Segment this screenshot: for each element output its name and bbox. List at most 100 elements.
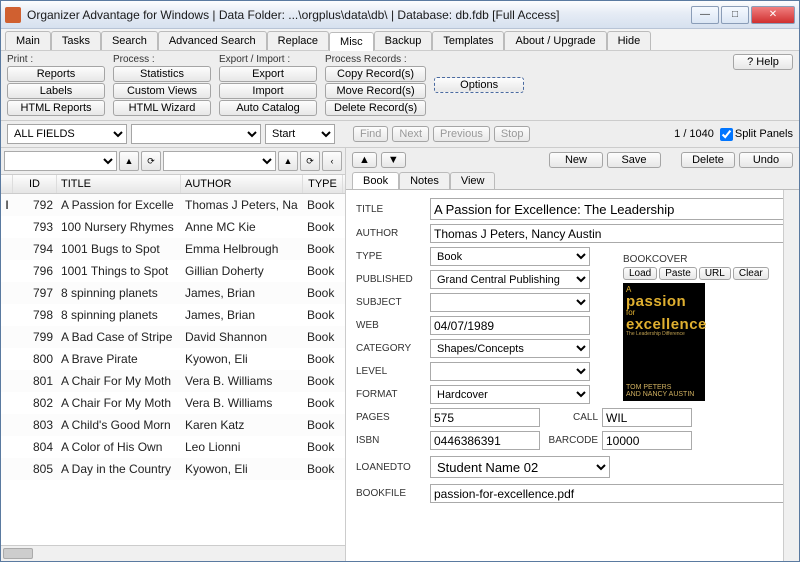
barcode-field[interactable] [602, 431, 692, 450]
cover-url-button[interactable]: URL [699, 267, 731, 280]
group-print: Print : ReportsLabelsHTML Reports [7, 54, 105, 116]
record-counter: 1 / 1040 [674, 128, 714, 140]
tab-templates[interactable]: Templates [432, 31, 504, 50]
loanedto-select[interactable]: Student Name 02 [430, 456, 610, 478]
table-row[interactable]: 804A Color of His OwnLeo LionniBook [1, 436, 345, 458]
call-field[interactable] [602, 408, 692, 427]
v-scrollbar[interactable] [783, 190, 799, 561]
col-title[interactable]: TITLE [57, 175, 181, 193]
grid-toolbar: ▲ ⟳ ▲ ⟳ ‹ [1, 148, 345, 175]
format-select[interactable]: Hardcover [430, 385, 590, 404]
grid-header: ID TITLE AUTHOR TYPE [1, 175, 345, 194]
sort-select-2[interactable] [163, 151, 276, 171]
type-select[interactable]: Book [430, 247, 590, 266]
table-row[interactable]: 7941001 Bugs to SpotEmma HelbroughBook [1, 238, 345, 260]
tab-replace[interactable]: Replace [267, 31, 329, 50]
undo-button[interactable]: Undo [739, 152, 793, 168]
tab-about-upgrade[interactable]: About / Upgrade [504, 31, 606, 50]
save-button[interactable]: Save [607, 152, 661, 168]
find-button[interactable]: Find [353, 126, 388, 142]
titlebar: Organizer Advantage for Windows | Data F… [1, 1, 799, 29]
category-select[interactable]: Shapes/Concepts [430, 339, 590, 358]
stop-button[interactable]: Stop [494, 126, 531, 142]
next-button[interactable]: Next [392, 126, 429, 142]
nav-down-button[interactable]: ▼ [381, 152, 406, 168]
main-tabbar: MainTasksSearchAdvanced SearchReplaceMis… [1, 29, 799, 51]
tab-advanced-search[interactable]: Advanced Search [158, 31, 267, 50]
import-button[interactable]: Import [219, 83, 317, 99]
col-author[interactable]: AUTHOR [181, 175, 303, 193]
refresh-icon-2[interactable]: ⟳ [300, 151, 320, 171]
bookfile-field[interactable] [430, 484, 789, 503]
table-row[interactable]: 799A Bad Case of StripeDavid ShannonBook [1, 326, 345, 348]
options-button[interactable]: Options [434, 77, 524, 93]
html-reports-button[interactable]: HTML Reports [7, 100, 105, 116]
col-id[interactable]: ID [13, 175, 57, 193]
table-row[interactable]: 803A Child's Good MornKaren KatzBook [1, 414, 345, 436]
table-row[interactable]: 802A Chair For My MothVera B. WilliamsBo… [1, 392, 345, 414]
subject-select[interactable] [430, 293, 590, 312]
filter-bar: ALL FIELDS Start Find Next Previous Stop… [1, 121, 799, 148]
labels-button[interactable]: Labels [7, 83, 105, 99]
level-select[interactable] [430, 362, 590, 381]
custom-views-button[interactable]: Custom Views [113, 83, 211, 99]
table-row[interactable]: 800A Brave PirateKyowon, EliBook [1, 348, 345, 370]
sort-select-1[interactable] [4, 151, 117, 171]
table-row[interactable]: I792A Passion for ExcelleThomas J Peters… [1, 194, 345, 216]
statistics-button[interactable]: Statistics [113, 66, 211, 82]
sort-asc-icon-2[interactable]: ▲ [278, 151, 298, 171]
reports-button[interactable]: Reports [7, 66, 105, 82]
maximize-button[interactable]: □ [721, 6, 749, 24]
table-row[interactable]: 805A Day in the CountryKyowon, EliBook [1, 458, 345, 480]
detail-tab-notes[interactable]: Notes [399, 172, 450, 189]
prev-button[interactable]: Previous [433, 126, 490, 142]
tab-search[interactable]: Search [101, 31, 158, 50]
cover-paste-button[interactable]: Paste [659, 267, 697, 280]
new-button[interactable]: New [549, 152, 603, 168]
field-select[interactable]: ALL FIELDS [7, 124, 127, 144]
detail-tab-book[interactable]: Book [352, 172, 399, 189]
html-wizard-button[interactable]: HTML Wizard [113, 100, 211, 116]
collapse-icon[interactable]: ‹ [322, 151, 342, 171]
auto-catalog-button[interactable]: Auto Catalog [219, 100, 317, 116]
minimize-button[interactable]: — [691, 6, 719, 24]
table-row[interactable]: 7961001 Things to SpotGillian DohertyBoo… [1, 260, 345, 282]
table-row[interactable]: 793100 Nursery RhymesAnne MC KieBook [1, 216, 345, 238]
tab-backup[interactable]: Backup [374, 31, 433, 50]
tab-hide[interactable]: Hide [607, 31, 652, 50]
start-select[interactable]: Start [265, 124, 335, 144]
table-row[interactable]: 7988 spinning planetsJames, BrianBook [1, 304, 345, 326]
refresh-icon[interactable]: ⟳ [141, 151, 161, 171]
move-record-s--button[interactable]: Move Record(s) [325, 83, 426, 99]
nav-up-button[interactable]: ▲ [352, 152, 377, 168]
h-scrollbar[interactable] [1, 545, 345, 561]
help-button[interactable]: ? Help [733, 54, 793, 70]
sort-asc-icon[interactable]: ▲ [119, 151, 139, 171]
author-field[interactable] [430, 224, 789, 243]
cover-clear-button[interactable]: Clear [733, 267, 769, 280]
pages-field[interactable] [430, 408, 540, 427]
detail-panel: ▲ ▼ New Save Delete Undo BookNotesView T… [346, 148, 799, 561]
split-panels-toggle[interactable]: Split Panels [720, 128, 793, 141]
detail-tab-view[interactable]: View [450, 172, 496, 189]
cover-load-button[interactable]: Load [623, 267, 657, 280]
split-checkbox[interactable] [720, 128, 733, 141]
tab-tasks[interactable]: Tasks [51, 31, 101, 50]
web-field[interactable] [430, 316, 590, 335]
table-row[interactable]: 7978 spinning planetsJames, BrianBook [1, 282, 345, 304]
tab-main[interactable]: Main [5, 31, 51, 50]
close-button[interactable]: ✕ [751, 6, 795, 24]
filter-value[interactable] [131, 124, 261, 144]
bookcover-block: BOOKCOVER LoadPasteURLClear A passion fo… [623, 254, 789, 401]
table-row[interactable]: 801A Chair For My MothVera B. WilliamsBo… [1, 370, 345, 392]
export-button[interactable]: Export [219, 66, 317, 82]
grid-panel: ▲ ⟳ ▲ ⟳ ‹ ID TITLE AUTHOR TYPE I792A Pas… [1, 148, 346, 561]
published-select[interactable]: Grand Central Publishing [430, 270, 590, 289]
delete-record-s--button[interactable]: Delete Record(s) [325, 100, 426, 116]
isbn-field[interactable] [430, 431, 540, 450]
tab-misc[interactable]: Misc [329, 32, 374, 51]
copy-record-s--button[interactable]: Copy Record(s) [325, 66, 426, 82]
title-field[interactable] [430, 198, 789, 220]
col-type[interactable]: TYPE [303, 175, 343, 193]
delete-button[interactable]: Delete [681, 152, 735, 168]
